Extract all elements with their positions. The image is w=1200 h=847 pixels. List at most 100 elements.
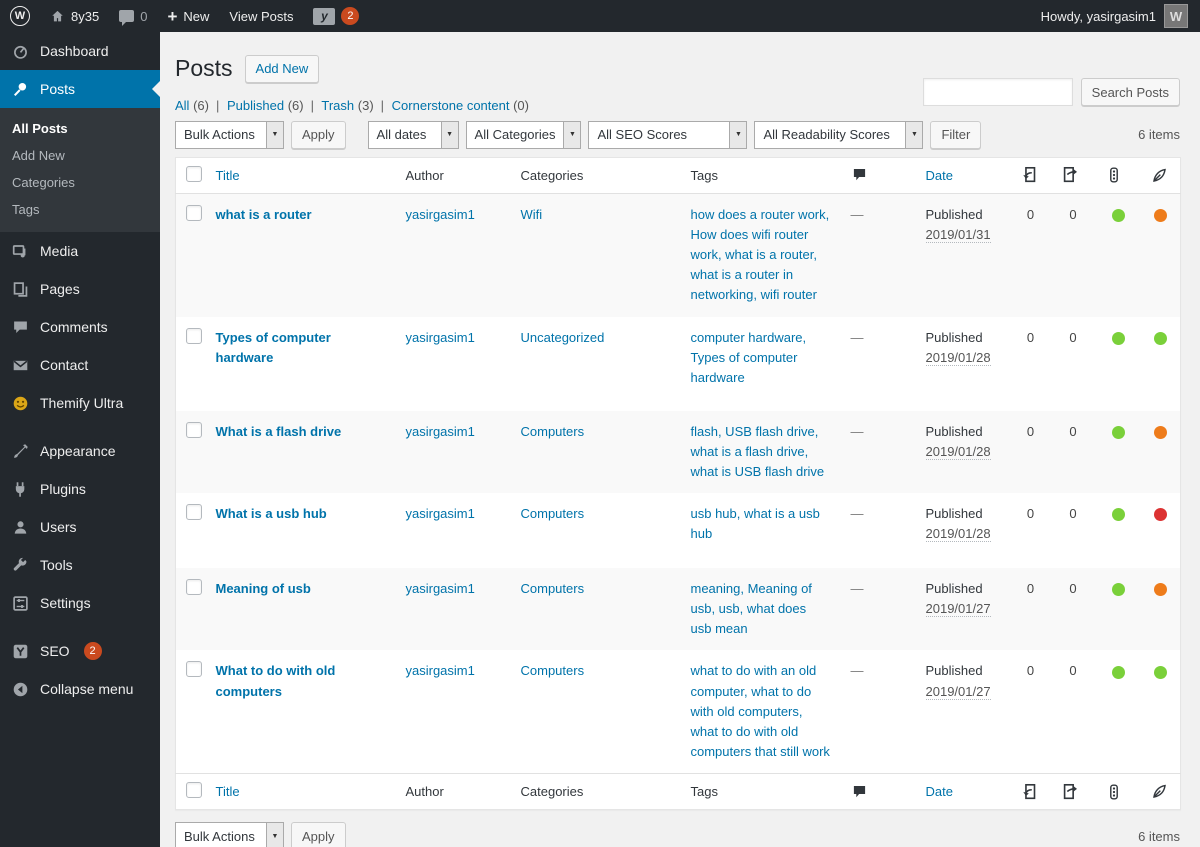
links-out-count: 0 [1069,423,1077,439]
row-checkbox[interactable] [186,504,202,521]
table-row: what is a router yasirgasim1 Wifi how do… [175,193,1181,317]
pushpin-icon [10,79,30,99]
post-date: 2019/01/31 [925,227,991,244]
sidebar-item-contact[interactable]: Contact [0,346,160,384]
tags-links[interactable]: how does a router work, How does wifi ro… [691,207,830,303]
seo-score-dot [1111,425,1125,439]
view-published[interactable]: Published [227,98,284,113]
sidebar-item-pages[interactable]: Pages [0,270,160,308]
tags-links[interactable]: usb hub, what is a usb hub [691,506,820,541]
categories-filter-select[interactable]: All Categories ▼ [465,120,582,149]
post-title-link[interactable]: What is a usb hub [216,506,327,521]
post-title-link[interactable]: Types of computer hardware [216,330,331,365]
sidebar-label: Posts [40,81,76,97]
tags-links[interactable]: computer hardware, Types of computer har… [691,330,807,385]
submenu-tags[interactable]: Tags [0,196,160,223]
readability-score-dot [1153,331,1167,345]
admin-bar-comments[interactable]: 0 [109,0,157,32]
post-status: Published [925,581,983,597]
author-link[interactable]: yasirgasim1 [406,424,475,439]
row-checkbox[interactable] [186,579,202,596]
sidebar-item-plugins[interactable]: Plugins [0,470,160,508]
sidebar-item-dashboard[interactable]: Dashboard [0,32,160,70]
view-posts-link[interactable]: View Posts [219,0,303,32]
readability-scores-filter-value: All Readability Scores [763,127,890,143]
account-menu[interactable]: Howdy, yasirgasim1 W [1029,4,1200,28]
admin-bar-yoast[interactable]: y 2 [303,0,369,32]
post-status: Published [925,506,983,522]
author-link[interactable]: yasirgasim1 [406,330,475,345]
seo-score-dot [1111,508,1125,522]
sidebar-item-settings[interactable]: Settings [0,584,160,622]
row-checkbox[interactable] [186,327,202,344]
search-input[interactable] [922,78,1073,106]
category-link[interactable]: Computers [521,581,585,596]
submenu-all-posts[interactable]: All Posts [0,115,160,142]
sidebar-item-collapse-menu[interactable]: Collapse menu [0,670,160,708]
sidebar-item-comments[interactable]: Comments [0,308,160,346]
row-checkbox[interactable] [186,661,202,678]
category-link[interactable]: Wifi [521,207,543,222]
author-link[interactable]: yasirgasim1 [406,207,475,222]
wordpress-logo-menu[interactable]: W [0,0,40,32]
links-out-count: 0 [1069,506,1077,522]
sort-title-header[interactable]: Title [216,168,240,183]
dates-filter-select[interactable]: All dates ▼ [367,120,459,149]
row-checkbox[interactable] [186,204,202,221]
seo-scores-filter-select[interactable]: All SEO Scores ▼ [588,120,748,149]
select-all-checkbox[interactable] [186,782,202,799]
admin-bar-new[interactable]: + New [157,0,219,32]
table-row: What is a flash drive yasirgasim1 Comput… [175,410,1181,494]
sidebar-item-tools[interactable]: Tools [0,546,160,584]
post-title-link[interactable]: what is a router [216,207,312,222]
sidebar-item-media[interactable]: Media [0,232,160,270]
category-link[interactable]: Computers [521,663,585,678]
readability-icon [1152,168,1166,182]
sidebar-item-users[interactable]: Users [0,508,160,546]
sidebar-item-seo[interactable]: SEO 2 [0,632,160,670]
submenu-categories[interactable]: Categories [0,169,160,196]
author-link[interactable]: yasirgasim1 [406,506,475,521]
row-checkbox[interactable] [186,421,202,438]
apply-button-bottom[interactable]: Apply [291,822,346,847]
filter-button[interactable]: Filter [930,120,982,149]
sidebar-item-posts[interactable]: Posts [0,70,160,108]
view-all[interactable]: All [175,98,189,113]
add-new-button[interactable]: Add New [244,54,320,83]
category-link[interactable]: Computers [521,506,585,521]
apply-button[interactable]: Apply [291,120,346,149]
comment-count: — [850,581,864,597]
view-trash[interactable]: Trash [321,98,354,113]
plus-icon: + [167,6,178,26]
submenu-add-new[interactable]: Add New [0,142,160,169]
author-link[interactable]: yasirgasim1 [406,663,475,678]
bulk-actions-value: Bulk Actions [184,127,255,143]
tags-links[interactable]: flash, USB flash drive, what is a flash … [691,424,825,479]
category-link[interactable]: Uncategorized [521,330,605,345]
tags-links[interactable]: meaning, Meaning of usb, usb, what does … [691,581,812,636]
readability-scores-filter-select[interactable]: All Readability Scores ▼ [754,120,924,149]
select-all-checkbox[interactable] [186,165,202,182]
search-posts-button[interactable]: Search Posts [1080,78,1180,106]
post-status: Published [925,663,983,679]
sidebar-item-themify-ultra[interactable]: Themify Ultra [0,384,160,422]
outgoing-links-icon [1063,783,1077,799]
sort-date-header[interactable]: Date [926,168,953,183]
view-cornerstone[interactable]: Cornerstone content [392,98,510,113]
author-link[interactable]: yasirgasim1 [406,581,475,596]
post-title-link[interactable]: What to do with old computers [216,663,336,698]
sidebar-item-appearance[interactable]: Appearance [0,432,160,470]
yoast-seo-icon: y [313,7,336,25]
sidebar-label: Themify Ultra [40,395,124,411]
post-title-link[interactable]: What is a flash drive [216,424,342,439]
bulk-actions-select-bottom[interactable]: Bulk Actions ▼ [175,822,284,847]
sliders-icon [10,593,30,613]
site-name-menu[interactable]: 8y35 [40,0,109,32]
admin-bar: W 8y35 0 + New View Posts y 2 Howdy, yas… [0,0,1200,32]
category-link[interactable]: Computers [521,424,585,439]
bulk-actions-select[interactable]: Bulk Actions ▼ [175,120,284,149]
sort-date-header[interactable]: Date [926,784,953,799]
tags-links[interactable]: what to do with an old computer, what to… [691,663,830,759]
sort-title-header[interactable]: Title [216,784,240,799]
post-title-link[interactable]: Meaning of usb [216,581,311,596]
